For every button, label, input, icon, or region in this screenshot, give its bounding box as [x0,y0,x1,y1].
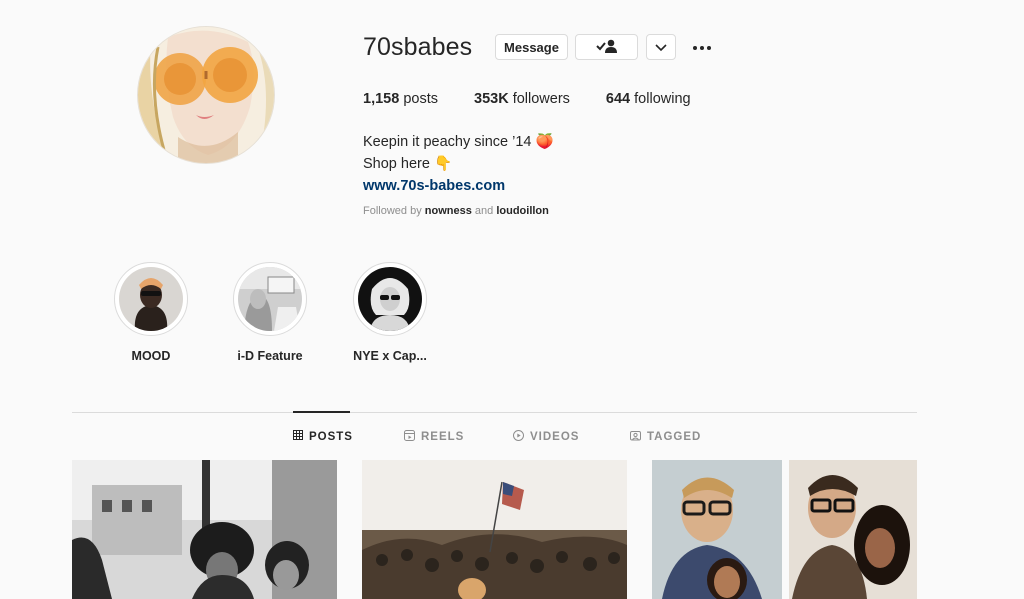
bio-line-1: Keepin it peachy since ’14 🍑 [363,134,554,150]
active-tab-indicator [293,411,350,413]
message-button[interactable]: Message [495,34,568,60]
highlight-ring [353,262,427,336]
tab-videos[interactable]: VIDEOS [513,430,579,444]
profile-stats: 1,158 posts 353K followers 644 following [363,91,727,107]
post-thumbnail-3[interactable] [652,460,917,599]
highlight-mood[interactable]: MOOD [113,262,189,363]
post-thumbnail-1[interactable] [72,460,337,599]
more-dots-icon [692,38,712,56]
following-count[interactable]: 644 following [606,91,691,107]
highlight-label: MOOD [131,349,171,363]
tab-posts-label: POSTS [309,430,353,443]
tag-icon [630,430,641,444]
grid-icon [293,430,303,443]
highlight-cover-image [358,267,422,331]
followers-count-label: followers [512,91,570,107]
followed-by-prefix: Followed by [363,205,422,217]
highlight-ring [233,262,307,336]
followed-by-user-2[interactable]: loudoillon [496,205,549,217]
highlight-ring [114,262,188,336]
followers-count-value: 353K [474,91,509,107]
followed-by-and: and [474,205,494,217]
profile-username: 70sbabes [363,33,473,61]
following-button[interactable] [575,34,638,60]
followed-by: Followed by nowness and loudoillon [363,205,549,217]
posts-count-value: 1,158 [363,91,400,107]
followed-by-user-1[interactable]: nowness [425,205,472,217]
bio-line-2: Shop here 👇 [363,156,452,172]
chevron-down-icon [655,40,667,55]
post-thumbnail-2[interactable] [362,460,627,599]
tab-tagged[interactable]: TAGGED [630,430,701,444]
tab-videos-label: VIDEOS [530,431,580,443]
highlight-cover-image [119,267,183,331]
highlight-label: i-D Feature [237,349,303,363]
bio-link[interactable]: www.70s-babes.com [363,175,554,197]
highlight-nye[interactable]: NYE x Cap... [352,262,428,363]
highlight-id-feature[interactable]: i-D Feature [232,262,308,363]
followers-count[interactable]: 353K followers [474,91,570,107]
posts-count-label: posts [403,91,438,107]
tab-reels-label: REELS [421,431,465,443]
following-count-value: 644 [605,91,631,107]
tab-reels[interactable]: REELS [404,430,464,444]
profile-bio: Keepin it peachy since ’14 🍑 Shop here 👇… [363,131,554,197]
profile-avatar[interactable] [137,26,275,164]
tabs-divider [72,412,917,413]
reels-icon [404,430,415,444]
tab-tagged-label: TAGGED [647,431,702,443]
suggested-dropdown-button[interactable] [646,34,676,60]
tab-posts[interactable]: POSTS [293,430,353,443]
highlight-cover-image [238,267,302,331]
play-icon [513,430,524,444]
more-options-button[interactable] [688,38,716,56]
following-count-label: following [634,91,691,107]
highlight-label: NYE x Cap... [353,349,427,363]
posts-count: 1,158 posts [363,91,438,107]
following-user-icon [595,39,618,56]
